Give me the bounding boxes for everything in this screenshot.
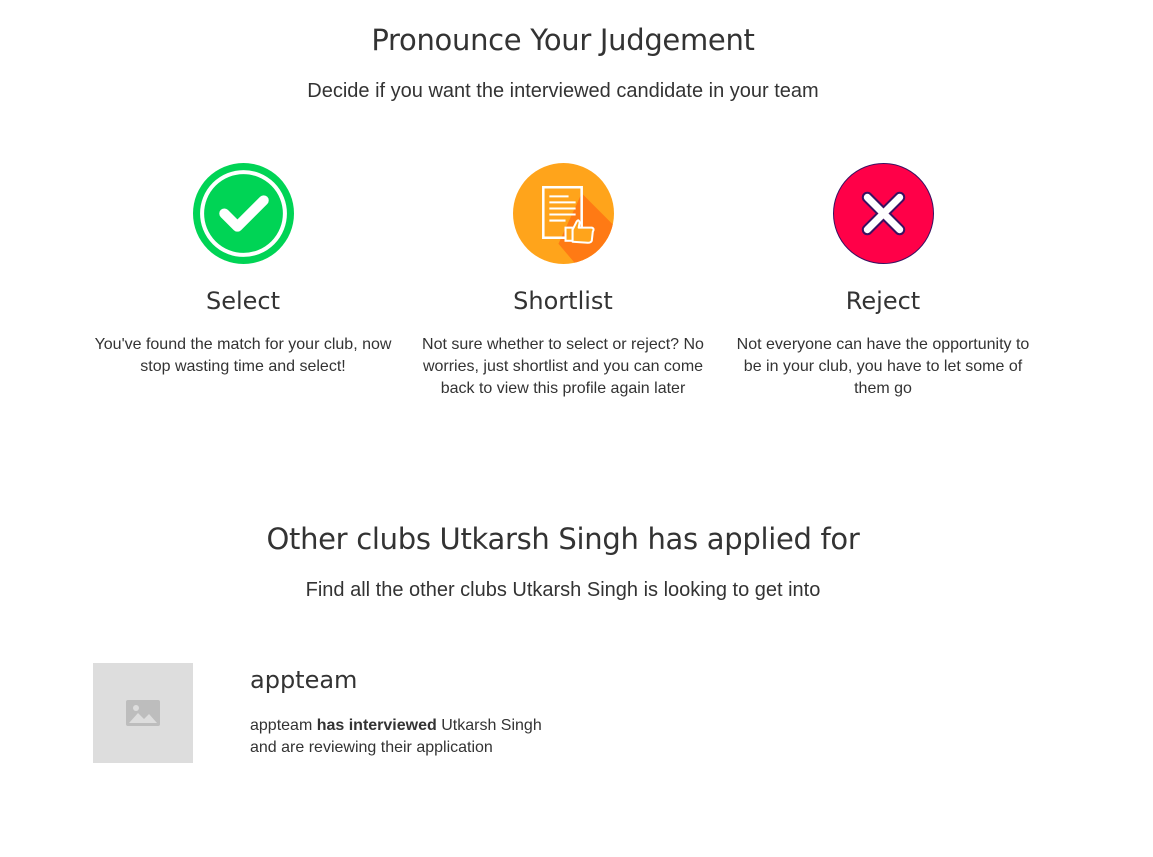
club-thumbnail[interactable]	[93, 663, 193, 763]
club-status: appteam has interviewed Utkarsh Singh an…	[250, 715, 570, 759]
judgement-title: Pronounce Your Judgement	[371, 23, 755, 57]
club-status-action: has interviewed	[316, 717, 437, 734]
check-circle-icon[interactable]	[192, 163, 294, 264]
shortlist-description: Not sure whether to select or reject? No…	[422, 336, 704, 397]
club-status-candidate: Utkarsh Singh	[441, 717, 542, 734]
other-clubs-subtitle: Find all the other clubs Utkarsh Singh i…	[305, 579, 821, 601]
reject-option[interactable]: Reject Not everyone can have the opportu…	[723, 163, 1043, 400]
shortlist-document-thumbs-up-icon[interactable]	[512, 163, 614, 264]
select-option[interactable]: Select You've found the match for your c…	[83, 163, 403, 378]
reject-title[interactable]: Reject	[723, 284, 1043, 318]
shortlist-title[interactable]: Shortlist	[403, 284, 723, 318]
club-status-line2: and are reviewing their application	[250, 739, 493, 756]
club-status-club: appteam	[250, 717, 313, 734]
reject-description: Not everyone can have the opportunity to…	[736, 336, 1030, 397]
judgement-subtitle: Decide if you want the interviewed candi…	[307, 80, 819, 102]
club-card[interactable]: appteam appteam has interviewed Utkarsh …	[93, 663, 693, 773]
shortlist-option[interactable]: Shortlist Not sure whether to select or …	[403, 163, 723, 400]
reject-x-icon[interactable]	[832, 163, 934, 264]
select-title[interactable]: Select	[83, 284, 403, 318]
club-name[interactable]: appteam	[250, 663, 357, 697]
select-description: You've found the match for your club, no…	[94, 336, 392, 375]
image-placeholder-icon	[126, 700, 160, 726]
other-clubs-title: Other clubs Utkarsh Singh has applied fo…	[266, 522, 860, 556]
